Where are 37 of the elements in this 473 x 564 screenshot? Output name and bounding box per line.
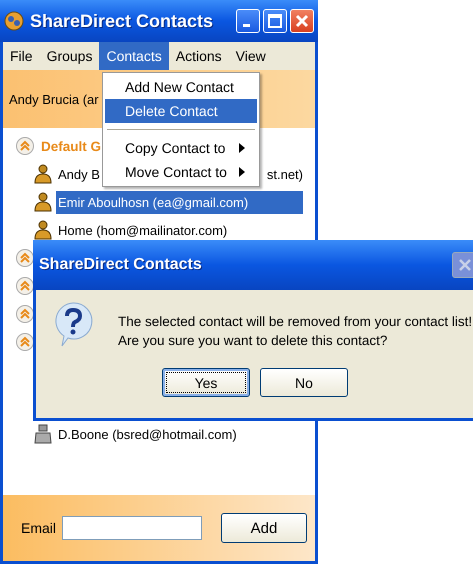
submenu-arrow-icon [239,167,245,177]
dialog-button[interactable]: Yes [162,368,250,397]
dialog-message: The selected contact will be removed from your contact list! [118,313,472,331]
window-title: ShareDirect Contacts [30,10,214,32]
maximize-icon [268,14,282,28]
menu-item[interactable]: Actions [168,42,229,70]
collapse-icon[interactable] [15,248,35,268]
menu-item[interactable]: View [228,42,273,70]
menu-item[interactable]: File [3,42,40,70]
contact-item[interactable]: Home (hom@mailinator.com) [56,218,230,242]
minimize-button[interactable] [236,9,260,33]
app-icon [4,11,24,31]
menu-item[interactable]: Delete Contact [105,99,257,123]
minimize-icon [242,24,250,26]
close-icon [458,258,472,272]
menu-item[interactable]: Copy Contact to [105,136,257,160]
email-field[interactable] [62,516,202,540]
contact-item[interactable]: Emir Aboulhosn (ea@gmail.com) [56,190,303,214]
user-name: Andy Brucia (ar [9,92,99,106]
menu-item[interactable]: Groups [40,42,100,70]
dialog-title: ShareDirect Contacts [39,256,203,274]
contact-item[interactable]: D.Boone (bsred@hotmail.com) [56,422,239,446]
email-label: Email [21,520,56,536]
contact-item[interactable]: Andy B [56,162,102,186]
submenu-arrow-icon [239,143,245,153]
collapse-icon[interactable] [15,304,35,324]
close-icon [295,14,309,28]
menu-item[interactable]: Add New Contact [105,75,257,99]
maximize-button[interactable] [263,9,287,33]
collapse-icon[interactable] [15,332,35,352]
contact-email: st.net) [266,166,303,182]
dialog-button[interactable]: No [260,368,348,397]
dialog-message: Are you sure you want to delete this contact? [118,332,388,350]
add-button[interactable]: Add [221,513,307,543]
collapse-icon[interactable] [15,276,35,296]
menu-item[interactable]: Move Contact to [105,160,257,184]
menu-item[interactable]: Contacts [99,42,169,70]
